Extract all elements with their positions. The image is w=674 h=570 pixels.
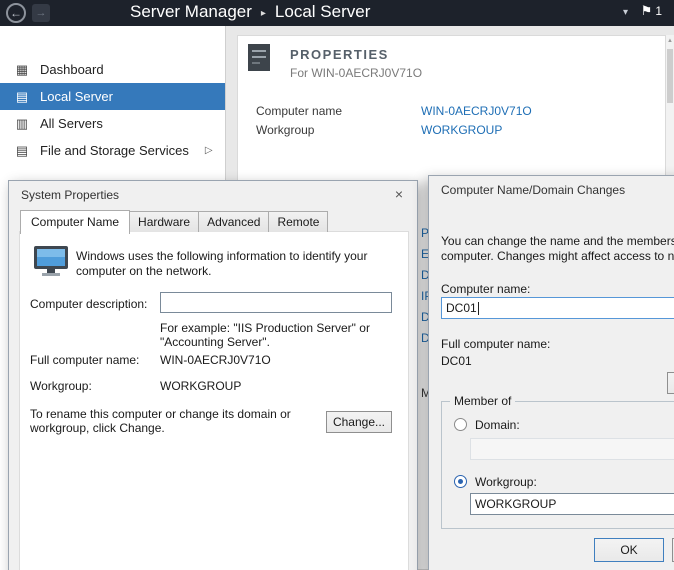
domain-radio-label: Domain: [475,418,520,432]
computer-name-tab-page: Windows uses the following information t… [19,231,409,570]
member-of-groupbox: Member of Domain: Workgroup: WORKGROUP [441,401,674,529]
intro-text: computer. Changes might affect access to… [441,249,674,263]
scrollbar-thumb[interactable] [667,49,673,103]
tab-hardware[interactable]: Hardware [129,211,199,232]
description-example-text: For example: "IIS Production Server" or [160,321,370,335]
dialog-title: Computer Name/Domain Changes [441,183,625,197]
computer-name-input-value: DC01 [446,301,477,315]
workgroup-radio-label: Workgroup: [475,475,537,489]
rename-hint-text: workgroup, click Change. [30,421,165,435]
notifications-button[interactable]: ⚑ 1 [641,3,662,19]
sidebar-item-local-server[interactable]: ▤ Local Server [0,83,225,110]
computer-description-input[interactable] [160,292,392,313]
full-computer-name-label: Full computer name: [30,353,139,367]
workgroup-value: WORKGROUP [160,379,241,393]
scroll-up-icon[interactable]: ▲ [666,35,674,47]
panel-title: PROPERTIES [290,47,389,62]
ok-button[interactable]: OK [594,538,664,562]
more-button-clipped[interactable] [667,372,674,394]
forward-arrow-icon: → [36,7,47,19]
dashboard-icon: ▦ [14,62,30,78]
member-of-label: Member of [450,394,515,408]
sidebar-item-file-storage-services[interactable]: ▤ File and Storage Services ▷ [0,137,225,164]
breadcrumb-separator-icon: ▸ [261,6,266,19]
server-tile-icon [248,44,270,76]
computer-name-label: Computer name: [441,282,530,296]
chevron-down-icon[interactable]: ▾ [623,7,628,18]
server-manager-window: ← → Server Manager ▸ Local Server ▾ ⚑ 1 … [0,0,674,570]
sidebar-item-label: Local Server [40,89,113,104]
full-computer-name-value: DC01 [441,354,472,368]
dialog-title: System Properties [21,188,119,202]
notification-count: 1 [655,3,662,19]
intro-text: You can change the name and the membersh… [441,234,674,248]
change-button[interactable]: Change... [326,411,392,433]
tab-strip: Computer Name Hardware Advanced Remote [20,211,327,232]
monitor-icon [33,245,71,280]
computer-name-link[interactable]: WIN-0AECRJ0V71O [421,104,532,118]
workgroup-label: Workgroup: [30,379,92,393]
text-caret [478,302,479,315]
back-arrow-icon: ← [10,6,22,20]
domain-radio[interactable] [454,418,467,431]
chevron-right-icon: ▷ [205,145,213,156]
intro-text: Windows uses the following information t… [76,249,396,279]
workgroup-label: Workgroup [256,123,314,137]
computer-name-domain-changes-dialog: Computer Name/Domain Changes You can cha… [428,175,674,570]
page-title[interactable]: Local Server [275,2,370,22]
tab-computer-name[interactable]: Computer Name [20,210,130,234]
server-icon: ▤ [14,89,30,105]
sidebar-item-dashboard[interactable]: ▦ Dashboard [0,56,225,83]
system-properties-dialog: System Properties × Computer Name Hardwa… [8,180,418,570]
breadcrumb: Server Manager ▸ Local Server [130,2,370,22]
tab-advanced[interactable]: Advanced [198,211,269,232]
computer-name-label: Computer name [256,104,342,118]
topbar: ← → Server Manager ▸ Local Server ▾ ⚑ 1 [0,0,674,26]
tab-remote[interactable]: Remote [268,211,328,232]
workgroup-input-value: WORKGROUP [475,497,556,511]
full-computer-name-label: Full computer name: [441,337,550,351]
domain-input-disabled[interactable] [470,438,674,460]
forward-button[interactable]: → [32,4,50,22]
sidebar-item-label: Dashboard [40,62,104,77]
app-title: Server Manager [130,2,252,22]
full-computer-name-value: WIN-0AECRJ0V71O [160,353,271,367]
workgroup-link[interactable]: WORKGROUP [421,123,502,137]
close-icon[interactable]: × [389,185,409,203]
servers-icon: ▥ [14,116,30,132]
sidebar-item-all-servers[interactable]: ▥ All Servers [0,110,225,137]
back-button[interactable]: ← [6,3,26,23]
description-example-text: "Accounting Server". [160,335,270,349]
computer-name-input[interactable]: DC01 [441,297,674,319]
storage-icon: ▤ [14,143,30,159]
flag-icon: ⚑ [641,3,653,19]
workgroup-radio[interactable] [454,475,467,488]
sidebar-item-label: File and Storage Services [40,143,189,158]
computer-description-label: Computer description: [30,297,147,311]
workgroup-input[interactable]: WORKGROUP [470,493,674,515]
rename-hint-text: To rename this computer or change its do… [30,407,291,421]
panel-subtitle: For WIN-0AECRJ0V71O [290,66,422,80]
sidebar-item-label: All Servers [40,116,103,131]
